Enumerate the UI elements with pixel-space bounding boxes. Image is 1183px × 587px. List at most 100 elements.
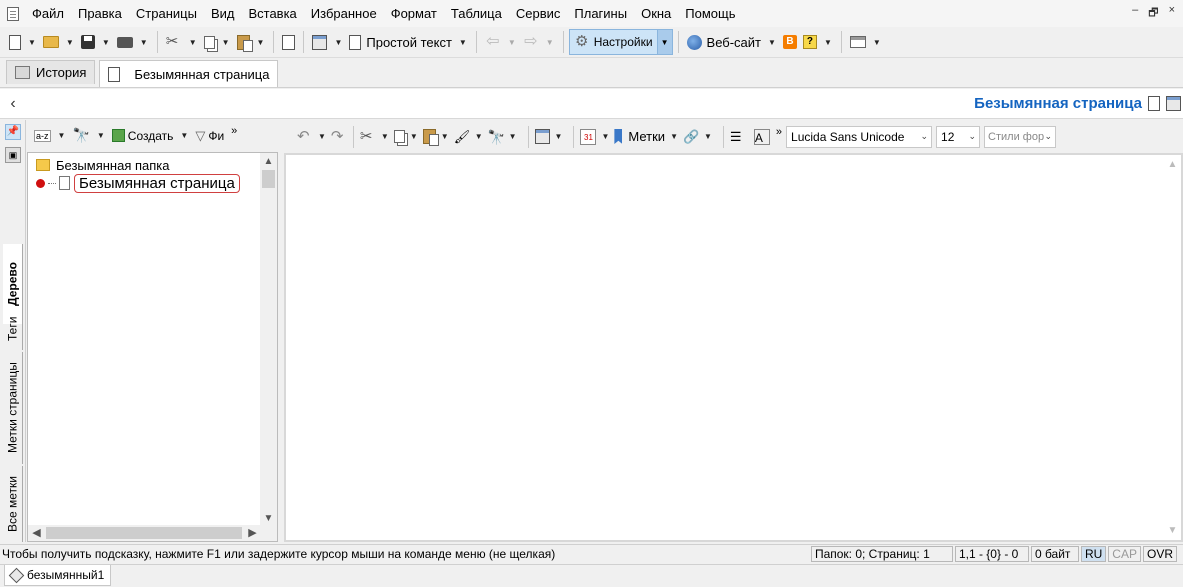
menu-view[interactable]: Вид bbox=[204, 0, 242, 27]
vtab-page-labels[interactable]: Метки страницы bbox=[3, 352, 23, 464]
menu-favorites[interactable]: Избранное bbox=[304, 0, 384, 27]
paste-button[interactable] bbox=[234, 30, 253, 54]
blogger-button[interactable]: B bbox=[780, 30, 800, 54]
menu-service[interactable]: Сервис bbox=[509, 0, 568, 27]
menu-table[interactable]: Таблица bbox=[444, 0, 509, 27]
plain-text-button[interactable]: Простой текст bbox=[346, 30, 455, 54]
collapse-arrow-button[interactable]: ‹ bbox=[0, 95, 26, 113]
copy-icon[interactable] bbox=[393, 130, 405, 143]
scroll-right-icon[interactable]: ▶ bbox=[244, 525, 261, 541]
calendar-dropdown[interactable]: ▼ bbox=[596, 132, 614, 141]
binoculars-icon[interactable]: 🔭 bbox=[488, 129, 505, 145]
paste-dropdown[interactable]: ▼ bbox=[253, 38, 269, 47]
open-button[interactable] bbox=[40, 30, 62, 54]
open-dropdown[interactable]: ▼ bbox=[62, 38, 78, 47]
document-tab[interactable]: безымянный1 bbox=[4, 565, 112, 586]
forward-button[interactable]: ⇨ bbox=[520, 30, 542, 54]
window-layout-button[interactable] bbox=[847, 30, 869, 54]
website-dropdown[interactable]: ▼ bbox=[764, 38, 780, 47]
font-size-select[interactable]: 12 ⌄ bbox=[936, 125, 981, 148]
tree-folder-row[interactable]: Безымянная папка bbox=[36, 156, 170, 174]
menu-pages[interactable]: Страницы bbox=[129, 0, 204, 27]
menu-help[interactable]: Помощь bbox=[678, 0, 742, 27]
tree-page-rename-input[interactable]: Безымянная страница bbox=[74, 173, 240, 193]
notepad-button[interactable] bbox=[309, 30, 330, 54]
scroll-thumb[interactable] bbox=[46, 527, 242, 539]
find-page-button[interactable] bbox=[279, 30, 298, 54]
text-style-icon[interactable]: A bbox=[753, 128, 770, 145]
menu-format[interactable]: Формат bbox=[384, 0, 444, 27]
copy-button[interactable] bbox=[201, 30, 218, 54]
scissors-icon[interactable] bbox=[360, 127, 376, 145]
copy-dropdown[interactable]: ▼ bbox=[405, 132, 423, 141]
panel-toggle-icon[interactable]: ▣ bbox=[5, 147, 21, 163]
sort-dropdown[interactable]: ▼ bbox=[54, 131, 70, 140]
settings-dropdown[interactable]: ▼ bbox=[656, 29, 673, 55]
tree-horizontal-scrollbar[interactable]: ◀ ▶ bbox=[28, 525, 277, 541]
link-dropdown[interactable]: ▼ bbox=[699, 132, 717, 141]
forward-dropdown[interactable]: ▼ bbox=[542, 38, 558, 47]
website-button[interactable]: Веб-сайт bbox=[684, 30, 764, 54]
close-button[interactable]: × bbox=[1169, 4, 1175, 23]
copy-dropdown[interactable]: ▼ bbox=[218, 38, 234, 47]
calendar-icon[interactable]: 31 bbox=[580, 128, 597, 145]
save-dropdown[interactable]: ▼ bbox=[98, 38, 114, 47]
editor-toolbar-overflow[interactable]: » bbox=[776, 126, 782, 138]
tree-toolbar-overflow[interactable]: » bbox=[231, 125, 237, 137]
new-page-button[interactable] bbox=[6, 30, 24, 54]
menu-insert[interactable]: Вставка bbox=[241, 0, 303, 27]
tree-search-dropdown[interactable]: ▼ bbox=[93, 131, 109, 140]
minimize-button[interactable]: – bbox=[1132, 4, 1138, 23]
page-properties-icon[interactable] bbox=[534, 129, 550, 144]
labels-button[interactable]: Метки bbox=[628, 129, 665, 144]
help-dropdown[interactable]: ▼ bbox=[820, 38, 836, 47]
new-page-dropdown[interactable]: ▼ bbox=[24, 38, 40, 47]
create-button[interactable]: Создать bbox=[109, 124, 177, 148]
undo-icon[interactable]: ↶ bbox=[297, 128, 313, 145]
sort-button[interactable]: a-z bbox=[31, 124, 54, 148]
undo-dropdown[interactable]: ▼ bbox=[313, 132, 331, 141]
status-language[interactable]: RU bbox=[1080, 546, 1107, 562]
paragraph-style-select[interactable]: Стили фор ⌄ bbox=[984, 125, 1057, 148]
tab-page[interactable]: Безымянная страница bbox=[99, 60, 279, 87]
tree-vertical-scrollbar[interactable]: ▲ ▼ bbox=[260, 153, 277, 527]
paragraph-icon[interactable]: ☰ bbox=[730, 129, 746, 145]
tree-search-button[interactable]: 🔭 bbox=[69, 124, 92, 148]
tab-history[interactable]: История bbox=[6, 60, 96, 84]
restore-button[interactable]: 🗗 bbox=[1148, 4, 1158, 23]
labels-dropdown[interactable]: ▼ bbox=[665, 132, 683, 141]
menu-file[interactable]: Файл bbox=[25, 0, 71, 27]
menu-edit[interactable]: Правка bbox=[71, 0, 129, 27]
link-icon[interactable]: 🔗 bbox=[683, 129, 699, 145]
app-document-icon[interactable] bbox=[7, 6, 19, 21]
vtab-all-labels[interactable]: Все метки bbox=[3, 466, 23, 542]
page-properties-dropdown[interactable]: ▼ bbox=[550, 132, 568, 141]
notepad-dropdown[interactable]: ▼ bbox=[330, 38, 346, 47]
scroll-thumb[interactable] bbox=[262, 170, 275, 188]
menu-windows[interactable]: Окна bbox=[634, 0, 678, 27]
window-layout-dropdown[interactable]: ▼ bbox=[869, 38, 885, 47]
pin-icon[interactable]: 📌 bbox=[5, 124, 21, 140]
menu-plugins[interactable]: Плагины bbox=[567, 0, 634, 27]
editor-vertical-scrollbar[interactable]: ▲ ▼ bbox=[1164, 155, 1181, 540]
scroll-down-icon[interactable]: ▼ bbox=[1164, 525, 1181, 536]
redo-icon[interactable]: ↷ bbox=[331, 128, 347, 145]
format-dropdown[interactable]: ▼ bbox=[470, 132, 488, 141]
find-dropdown[interactable]: ▼ bbox=[504, 132, 522, 141]
vtab-tags[interactable]: Теги bbox=[3, 308, 23, 350]
plain-text-dropdown[interactable]: ▼ bbox=[455, 38, 471, 47]
format-painter-icon[interactable]: 🖌 bbox=[454, 129, 471, 145]
print-button[interactable] bbox=[114, 30, 136, 54]
editor-area[interactable]: ▲ ▼ bbox=[284, 153, 1183, 542]
cut-dropdown[interactable]: ▼ bbox=[185, 38, 201, 47]
help-button[interactable]: ? bbox=[800, 30, 820, 54]
notepad-icon[interactable] bbox=[1166, 96, 1181, 111]
back-button[interactable]: ⇦ bbox=[482, 30, 504, 54]
paste-icon[interactable] bbox=[422, 129, 439, 146]
scroll-left-icon[interactable]: ◀ bbox=[28, 525, 45, 541]
save-button[interactable] bbox=[78, 30, 98, 54]
tree-page-row[interactable]: Безымянная страница bbox=[36, 173, 240, 193]
font-family-select[interactable]: Lucida Sans Unicode ⌄ bbox=[786, 125, 933, 148]
create-dropdown[interactable]: ▼ bbox=[176, 131, 192, 140]
scroll-up-icon[interactable]: ▲ bbox=[1164, 159, 1181, 170]
